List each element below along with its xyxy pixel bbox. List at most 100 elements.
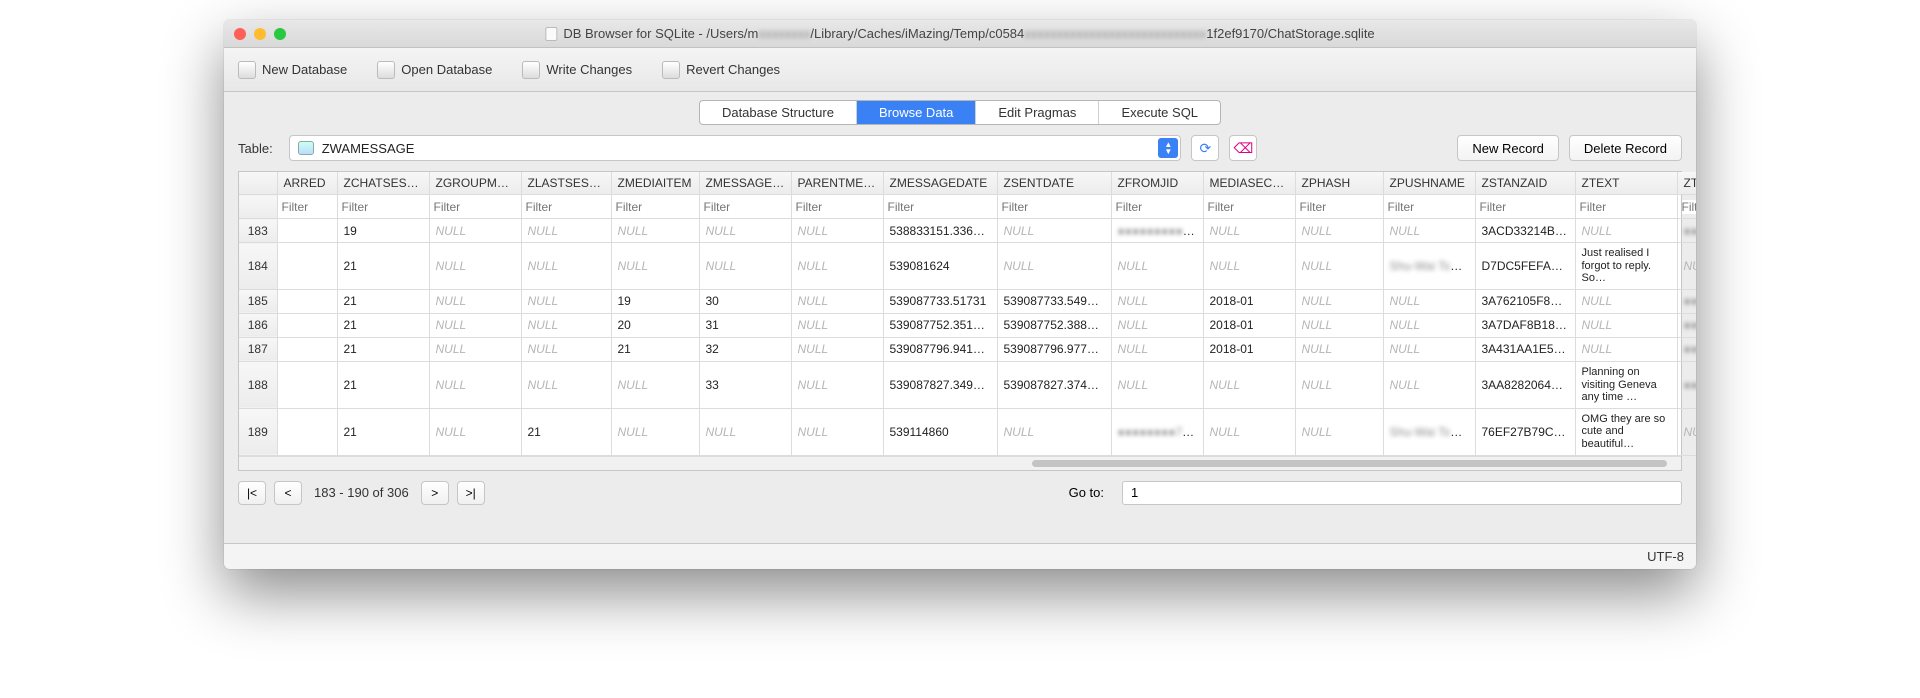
cell[interactable]: NULL <box>521 243 611 290</box>
column-header[interactable]: ZSENTDATE <box>997 172 1111 195</box>
cell[interactable]: NULL <box>997 408 1111 455</box>
open-database-button[interactable]: Open Database <box>377 61 492 79</box>
cell[interactable]: NULL <box>1295 313 1383 337</box>
cell[interactable]: NULL <box>1203 408 1295 455</box>
first-page-button[interactable]: |< <box>238 481 266 505</box>
cell[interactable]: 538833151.336869 <box>883 219 997 243</box>
column-filter-input[interactable] <box>342 200 425 214</box>
table-row[interactable]: 18921NULL21NULLNULLNULL539114860NULL●●●●… <box>239 408 1696 455</box>
table-row[interactable]: 18421NULLNULLNULLNULLNULL539081624NULLNU… <box>239 243 1696 290</box>
new-database-button[interactable]: New Database <box>238 61 347 79</box>
cell[interactable]: NULL <box>997 219 1111 243</box>
cell[interactable]: Just realised I forgot to reply. So… <box>1575 243 1677 290</box>
prev-page-button[interactable]: < <box>274 481 302 505</box>
cell[interactable]: NULL <box>1295 408 1383 455</box>
column-header[interactable]: PARENTMESSAG <box>791 172 883 195</box>
cell[interactable]: NULL <box>791 243 883 290</box>
maximize-icon[interactable] <box>274 28 286 40</box>
cell[interactable]: NULL <box>1111 337 1203 361</box>
last-page-button[interactable]: >| <box>457 481 485 505</box>
column-filter-input[interactable] <box>1208 200 1291 214</box>
cell[interactable]: 539087752.351333 <box>883 313 997 337</box>
cell[interactable]: NULL <box>1383 313 1475 337</box>
table-row[interactable]: 18621NULLNULL2031NULL539087752.351333539… <box>239 313 1696 337</box>
table-select[interactable]: ZWAMESSAGE ▲▼ <box>289 135 1182 161</box>
cell[interactable]: NULL <box>1295 337 1383 361</box>
cell[interactable]: ●●●●●●●●●76@… <box>1677 361 1696 408</box>
cell[interactable]: 31 <box>699 313 791 337</box>
column-filter-input[interactable] <box>1480 200 1571 214</box>
cell[interactable]: NULL <box>1295 361 1383 408</box>
column-filter-input[interactable] <box>526 200 607 214</box>
tab-structure[interactable]: Database Structure <box>700 101 857 124</box>
cell[interactable]: 539087827.374974 <box>997 361 1111 408</box>
cell[interactable]: NULL <box>791 361 883 408</box>
column-header[interactable]: ZSTANZAID <box>1475 172 1575 195</box>
cell[interactable]: NULL <box>1111 313 1203 337</box>
minimize-icon[interactable] <box>254 28 266 40</box>
new-record-button[interactable]: New Record <box>1457 135 1559 161</box>
cell[interactable]: NULL <box>1383 337 1475 361</box>
cell[interactable]: 539087752.388426 <box>997 313 1111 337</box>
cell[interactable]: NULL <box>1575 313 1677 337</box>
cell[interactable]: 3ACD33214BD2… <box>1475 219 1575 243</box>
cell[interactable]: 539081624 <box>883 243 997 290</box>
cell[interactable]: NULL <box>1677 408 1696 455</box>
cell[interactable]: 539087827.349329 <box>883 361 997 408</box>
cell[interactable]: 21 <box>337 243 429 290</box>
tab-execute-sql[interactable]: Execute SQL <box>1099 101 1220 124</box>
column-filter-input[interactable] <box>888 200 993 214</box>
column-header[interactable]: MEDIASECTIONI <box>1203 172 1295 195</box>
cell[interactable]: NULL <box>611 408 699 455</box>
cell[interactable]: ●●●●●●●●●76@… <box>1677 337 1696 361</box>
cell[interactable]: NULL <box>521 361 611 408</box>
column-filter-input[interactable] <box>1300 200 1379 214</box>
column-header[interactable]: ZCHATSESSION <box>337 172 429 195</box>
cell[interactable]: NULL <box>699 219 791 243</box>
cell[interactable]: NULL <box>791 337 883 361</box>
cell[interactable]: NULL <box>791 408 883 455</box>
cell[interactable]: NULL <box>1575 289 1677 313</box>
column-header[interactable]: ZMESSAGEINFO <box>699 172 791 195</box>
horizontal-scrollbar[interactable] <box>239 456 1681 470</box>
cell[interactable]: NULL <box>1295 289 1383 313</box>
cell[interactable]: 19 <box>611 289 699 313</box>
cell[interactable]: NULL <box>521 337 611 361</box>
cell[interactable]: NULL <box>1203 361 1295 408</box>
cell[interactable]: 21 <box>337 289 429 313</box>
column-header[interactable]: ZPUSHNAME <box>1383 172 1475 195</box>
cell[interactable]: 539087796.941853 <box>883 337 997 361</box>
cell[interactable]: NULL <box>1295 243 1383 290</box>
write-changes-button[interactable]: Write Changes <box>522 61 632 79</box>
cell[interactable]: NULL <box>1383 219 1475 243</box>
column-filter-input[interactable] <box>1002 200 1107 214</box>
close-icon[interactable] <box>234 28 246 40</box>
cell[interactable]: 539114860 <box>883 408 997 455</box>
cell[interactable]: NULL <box>1111 243 1203 290</box>
cell[interactable] <box>277 289 337 313</box>
cell[interactable]: NULL <box>429 313 521 337</box>
cell[interactable]: NULL <box>791 219 883 243</box>
cell[interactable]: NULL <box>611 243 699 290</box>
cell[interactable]: 3AA8282064040… <box>1475 361 1575 408</box>
column-header[interactable]: ZLASTSESSION <box>521 172 611 195</box>
column-header[interactable]: ZPHASH <box>1295 172 1383 195</box>
table-row[interactable]: 18721NULLNULL2132NULL539087796.941853539… <box>239 337 1696 361</box>
column-filter-input[interactable] <box>796 200 879 214</box>
tab-pragmas[interactable]: Edit Pragmas <box>976 101 1099 124</box>
cell[interactable]: D7DC5FEFA879… <box>1475 243 1575 290</box>
cell[interactable]: 2018-01 <box>1203 289 1295 313</box>
next-page-button[interactable]: > <box>421 481 449 505</box>
cell[interactable]: NULL <box>699 408 791 455</box>
cell[interactable]: NULL <box>611 361 699 408</box>
cell[interactable]: NULL <box>611 219 699 243</box>
table-row[interactable]: 18521NULLNULL1930NULL539087733.517315390… <box>239 289 1696 313</box>
delete-record-button[interactable]: Delete Record <box>1569 135 1682 161</box>
cell[interactable]: NULL <box>429 289 521 313</box>
column-header[interactable]: ZGROUPMEMBER <box>429 172 521 195</box>
cell[interactable]: NULL <box>521 313 611 337</box>
cell[interactable]: NULL <box>699 243 791 290</box>
column-filter-input[interactable] <box>704 200 787 214</box>
column-header[interactable]: ARRED <box>277 172 337 195</box>
column-filter-input[interactable] <box>282 200 333 214</box>
